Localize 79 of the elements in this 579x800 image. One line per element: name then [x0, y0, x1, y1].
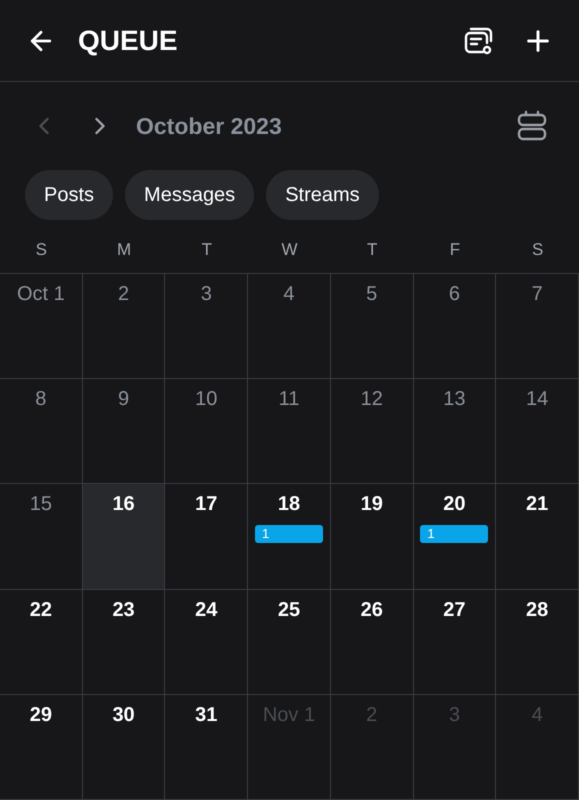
- day-number: 16: [112, 492, 135, 518]
- day-cell[interactable]: 11: [248, 379, 331, 484]
- day-cell[interactable]: 2: [82, 274, 166, 378]
- day-cell[interactable]: 12: [330, 379, 414, 484]
- day-number: 3: [448, 702, 460, 728]
- day-cell[interactable]: 28: [496, 590, 579, 694]
- day-cell[interactable]: 21: [496, 484, 579, 589]
- day-cell[interactable]: 31: [165, 694, 248, 799]
- page-title: QUEUE: [78, 24, 178, 58]
- day-number: 17: [195, 492, 218, 518]
- weekday-label: W: [280, 238, 299, 261]
- day-number: 26: [360, 598, 383, 623]
- day-number: 25: [278, 598, 300, 623]
- weekday-label: S: [34, 238, 48, 261]
- day-cell[interactable]: 14: [496, 379, 579, 484]
- day-number: 19: [360, 492, 383, 518]
- day-cell[interactable]: 17: [165, 484, 248, 589]
- calendar-view-button[interactable]: [515, 109, 549, 143]
- day-number: 12: [360, 387, 383, 412]
- day-cell[interactable]: 29: [0, 694, 83, 799]
- day-number: 20: [443, 492, 466, 518]
- rows-icon: [517, 110, 547, 142]
- weekday-label: T: [366, 238, 378, 261]
- day-number: 2: [118, 282, 130, 307]
- day-cell[interactable]: 24: [165, 590, 248, 694]
- day-number: 31: [195, 702, 218, 728]
- day-number: 24: [195, 598, 218, 623]
- day-number: 21: [526, 492, 548, 518]
- day-cell[interactable]: 30: [82, 694, 166, 799]
- day-number: 5: [366, 282, 378, 307]
- day-number: 28: [526, 598, 548, 623]
- day-cell[interactable]: 4: [248, 274, 331, 378]
- day-number: 27: [443, 598, 466, 623]
- day-cell[interactable]: 9: [82, 379, 166, 484]
- day-number: 18: [278, 492, 300, 518]
- day-cell[interactable]: 27: [414, 590, 496, 694]
- day-cell[interactable]: 25: [248, 590, 331, 694]
- filter-chip[interactable]: Posts: [25, 170, 114, 220]
- filter-chip[interactable]: Streams: [266, 170, 379, 220]
- day-cell[interactable]: 22: [0, 590, 83, 694]
- day-cell[interactable]: 8: [0, 379, 83, 484]
- day-cell[interactable]: 3: [165, 274, 248, 378]
- day-number: 23: [112, 598, 135, 623]
- day-number: Nov 1: [262, 702, 316, 728]
- weekday-label: T: [200, 238, 213, 261]
- day-cell[interactable]: 10: [165, 379, 248, 484]
- day-number: 10: [195, 387, 218, 412]
- day-number: 30: [112, 702, 135, 728]
- weekday-label: S: [530, 238, 544, 261]
- day-cell[interactable]: 7: [496, 274, 579, 378]
- day-number: 8: [35, 387, 46, 412]
- day-number: 9: [118, 387, 130, 412]
- day-cell[interactable]: 13: [414, 379, 496, 484]
- day-number: 4: [532, 702, 543, 728]
- day-cell[interactable]: 6: [414, 274, 496, 378]
- day-number: 11: [278, 387, 300, 412]
- day-cell[interactable]: Oct 1: [0, 274, 83, 378]
- month-label: October 2023: [136, 112, 282, 141]
- weekday-label: M: [116, 238, 132, 261]
- day-cell[interactable]: 19: [330, 484, 414, 589]
- day-cell[interactable]: 20 1: [414, 484, 496, 589]
- day-number: 13: [443, 387, 466, 412]
- day-cell[interactable]: 16: [82, 484, 166, 589]
- filter-chip[interactable]: Messages: [125, 170, 254, 220]
- day-cell[interactable]: 23: [82, 590, 166, 694]
- day-number: 7: [532, 282, 543, 307]
- day-cell[interactable]: 5: [330, 274, 414, 378]
- day-number: 3: [200, 282, 212, 307]
- day-cell[interactable]: 26: [330, 590, 414, 694]
- day-number: 4: [283, 282, 295, 307]
- day-cell[interactable]: 18 1: [248, 484, 331, 589]
- day-number: 22: [30, 598, 52, 623]
- weekday-label: F: [448, 238, 462, 261]
- day-number: 6: [448, 282, 460, 307]
- day-number: 15: [30, 492, 52, 518]
- day-number: 2: [366, 702, 378, 728]
- day-number: Oct 1: [16, 282, 65, 307]
- day-number: 29: [30, 702, 52, 728]
- day-number: 14: [526, 387, 548, 412]
